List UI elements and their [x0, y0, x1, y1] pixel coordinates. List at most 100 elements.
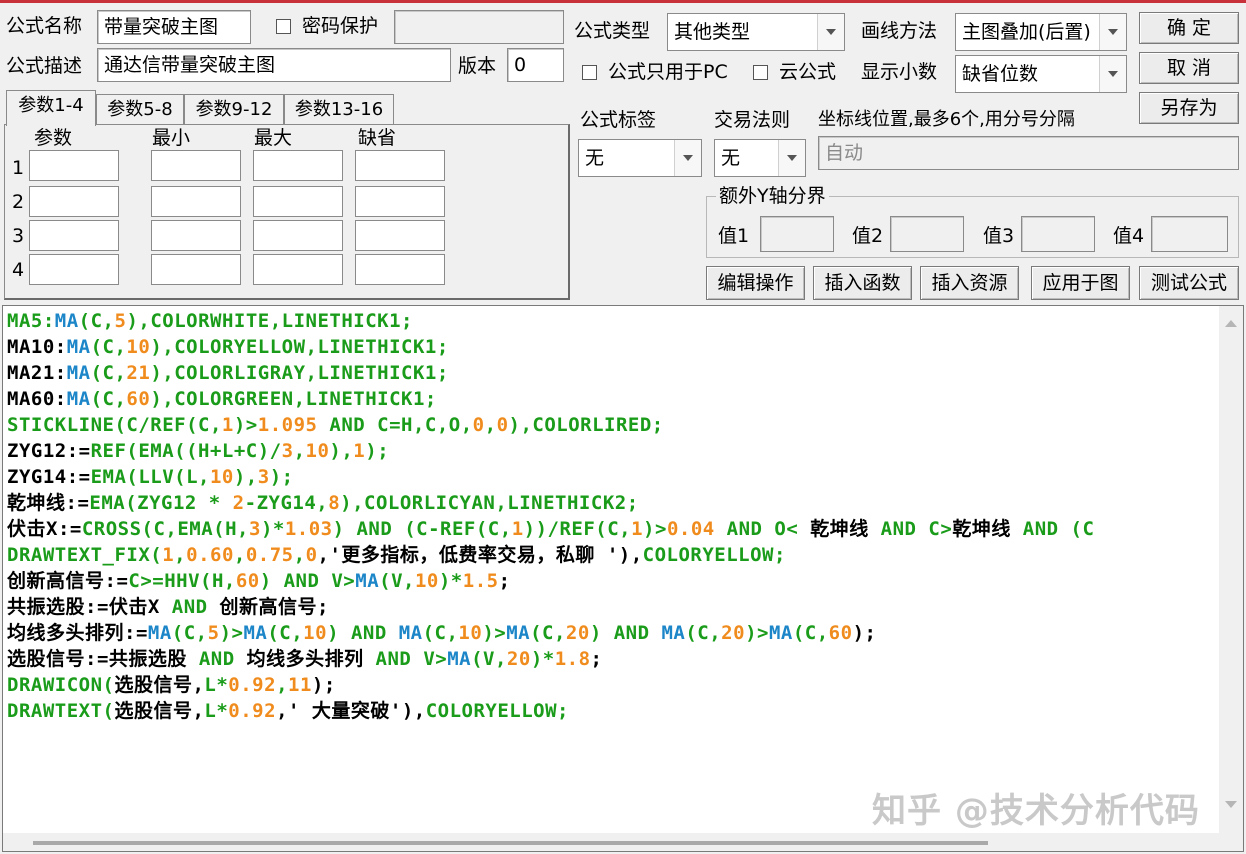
code-token: MA	[447, 648, 472, 670]
param-2-min-input[interactable]	[151, 186, 241, 217]
cloud-checkbox[interactable]	[753, 65, 768, 80]
horizontal-scroll-thumb[interactable]	[33, 841, 988, 845]
code-token: 乾坤线	[952, 518, 1011, 540]
value3-input[interactable]	[1021, 216, 1095, 252]
code-token: MA	[768, 622, 793, 644]
vertical-scrollbar[interactable]	[1219, 306, 1243, 834]
scroll-down-icon[interactable]	[1219, 792, 1243, 816]
param-2-max-input[interactable]	[253, 186, 343, 217]
param-2-name-input[interactable]	[29, 186, 119, 217]
code-token: )>	[643, 518, 667, 540]
trade-rule-value: 无	[721, 147, 741, 169]
code-token: (C,	[90, 362, 127, 384]
code-token: ),COLORLIGRAY,LINETHICK1;	[150, 362, 449, 384]
formula-code-editor[interactable]: MA5:MA(C,5),COLORWHITE,LINETHICK1; MA10:M…	[2, 305, 1244, 852]
param-col-default: 缺省	[358, 127, 397, 149]
tab-params-1-4[interactable]: 参数1-4	[6, 90, 96, 126]
insert-function-button[interactable]: 插入函数	[813, 266, 912, 300]
param-1-max-input[interactable]	[253, 150, 343, 181]
test-formula-button[interactable]: 测试公式	[1139, 266, 1239, 300]
draw-method-select[interactable]: 主图叠加(后置)	[955, 13, 1127, 51]
code-token: 60	[126, 388, 151, 410]
code-token: 10	[305, 440, 330, 462]
coord-line-input[interactable]: 自动	[818, 136, 1239, 170]
code-token: (C,	[90, 388, 127, 410]
code-token: 选股信号,	[114, 700, 205, 722]
code-token: V>	[411, 648, 448, 670]
code-token: 20	[565, 622, 590, 644]
code-token: 10	[126, 336, 151, 358]
code-token: (C,	[530, 622, 566, 644]
code-token: ),COLORYELLOW,LINETHICK1;	[150, 336, 449, 358]
formula-type-value: 其他类型	[674, 21, 751, 43]
version-input[interactable]: 0	[507, 48, 564, 82]
code-token: 20	[506, 648, 531, 670]
code-token: ,	[233, 544, 246, 566]
decimals-select[interactable]: 缺省位数	[955, 55, 1127, 93]
param-4-default-input[interactable]	[355, 254, 445, 285]
formula-type-select[interactable]: 其他类型	[667, 13, 845, 51]
save-as-button[interactable]: 另存为	[1139, 92, 1239, 124]
param-1-min-input[interactable]	[151, 150, 241, 181]
formula-tag-select[interactable]: 无	[578, 139, 702, 177]
code-line: MA5:MA(C,5),COLORWHITE,LINETHICK1;	[7, 308, 1215, 334]
param-3-default-input[interactable]	[355, 220, 445, 251]
value4-input[interactable]	[1151, 216, 1228, 252]
code-token: );	[269, 466, 294, 488]
code-token: )>	[233, 414, 258, 436]
horizontal-scrollbar[interactable]	[3, 833, 1243, 851]
trade-rule-select[interactable]: 无	[714, 139, 806, 177]
code-token: (C,	[90, 336, 127, 358]
param-3-max-input[interactable]	[253, 220, 343, 251]
password-input[interactable]	[394, 10, 564, 44]
code-token: ,	[484, 414, 497, 436]
insert-resource-button[interactable]: 插入资源	[920, 266, 1019, 300]
param-1-default-input[interactable]	[355, 150, 445, 181]
code-token: );	[852, 622, 877, 644]
chevron-down-icon[interactable]	[1099, 56, 1126, 92]
pc-only-checkbox[interactable]	[582, 65, 597, 80]
param-3-name-input[interactable]	[29, 220, 119, 251]
code-token: ),COLORLICYAN,LINETHICK2;	[340, 492, 639, 514]
formula-name-label: 公式名称	[6, 15, 83, 37]
cancel-button[interactable]: 取 消	[1139, 52, 1239, 84]
value1-input[interactable]	[760, 216, 834, 252]
tab-params-9-12[interactable]: 参数9-12	[184, 94, 284, 124]
chevron-down-icon[interactable]	[674, 140, 701, 176]
code-token: COLORYELLOW;	[425, 700, 569, 722]
param-3-min-input[interactable]	[151, 220, 241, 251]
code-token: 1.095	[257, 414, 318, 436]
code-token: ,	[293, 440, 306, 462]
formula-desc-label: 公式描述	[6, 55, 83, 77]
code-token: ,	[293, 544, 306, 566]
tab-params-13-16[interactable]: 参数13-16	[284, 94, 394, 124]
code-token: (C,	[792, 622, 829, 644]
code-token: (V,	[379, 570, 415, 592]
param-1-name-input[interactable]	[29, 150, 119, 181]
param-4-max-input[interactable]	[253, 254, 343, 285]
param-4-min-input[interactable]	[151, 254, 241, 285]
param-2-default-input[interactable]	[355, 186, 445, 217]
tab-params-5-8[interactable]: 参数5-8	[96, 94, 184, 124]
formula-desc-input[interactable]: 通达信带量突破主图	[97, 48, 451, 82]
formula-name-input[interactable]: 带量突破主图	[97, 10, 251, 44]
chevron-down-icon[interactable]	[1099, 14, 1126, 50]
draw-method-label: 画线方法	[861, 20, 938, 42]
code-line: DRAWICON(选股信号,L*0.92,11);	[7, 672, 1215, 698]
value4-label: 值4	[1113, 225, 1145, 247]
code-token: ) AND (C-REF(C,	[332, 518, 512, 540]
scroll-up-icon[interactable]	[1219, 312, 1243, 336]
edit-operations-button[interactable]: 编辑操作	[706, 266, 805, 300]
draw-method-value: 主图叠加(后置)	[962, 21, 1091, 43]
chevron-down-icon[interactable]	[778, 140, 805, 176]
ok-button[interactable]: 确 定	[1139, 12, 1239, 44]
formula-tag-value: 无	[585, 147, 605, 169]
value2-input[interactable]	[890, 216, 964, 252]
password-checkbox[interactable]	[276, 19, 291, 34]
param-4-name-input[interactable]	[29, 254, 119, 285]
chevron-down-icon[interactable]	[817, 14, 844, 50]
apply-to-chart-button[interactable]: 应用于图	[1031, 266, 1130, 300]
code-token: 1	[631, 518, 644, 540]
code-token: ),COLORWHITE,LINETHICK1;	[126, 310, 413, 332]
code-token: 20	[721, 622, 746, 644]
